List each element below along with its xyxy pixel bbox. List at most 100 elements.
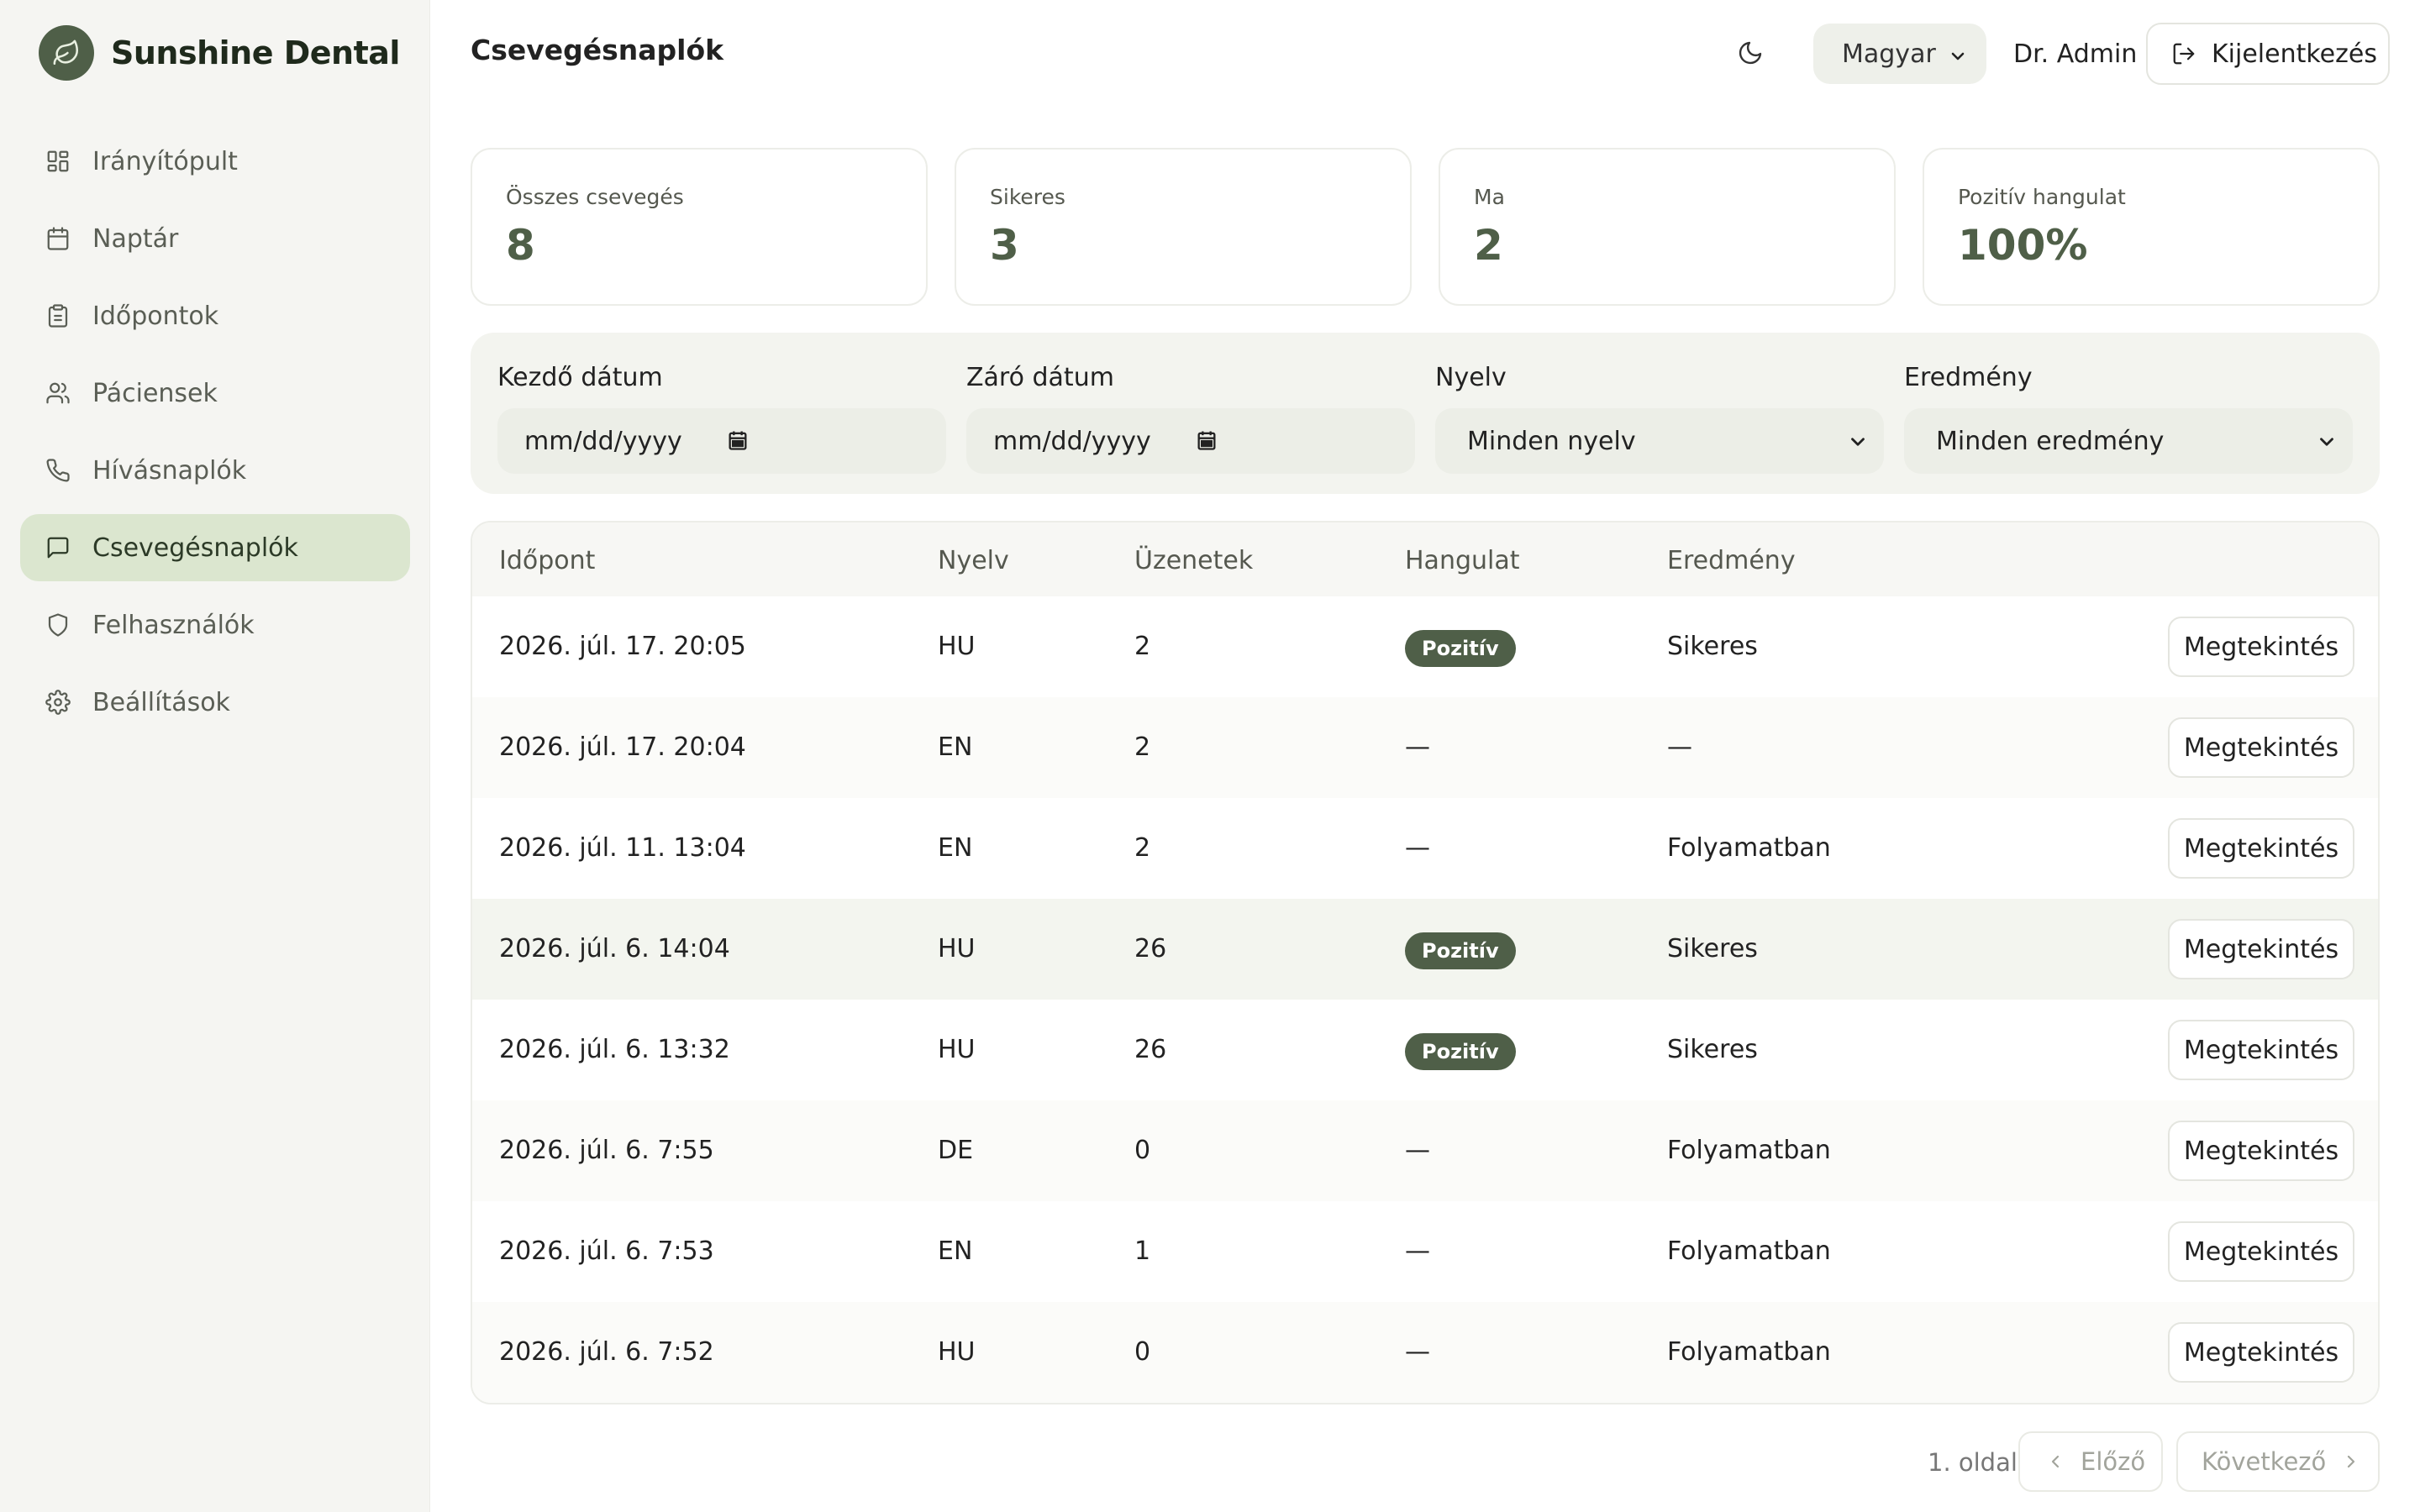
chevron-down-icon [1847,430,1869,459]
cell-time: 2026. júl. 6. 7:52 [499,1337,714,1367]
calendar-picker-icon[interactable] [1195,428,1218,459]
stat-card-successful: Sikeres 3 [955,148,1412,306]
cell-language: HU [938,1337,976,1367]
sidebar-item-label: Naptár [92,223,179,254]
cell-sentiment: — [1405,833,1430,863]
chevron-down-icon [1948,44,1968,73]
cell-time: 2026. júl. 17. 20:04 [499,732,746,762]
view-button[interactable]: Megtekintés [2168,617,2354,677]
view-button[interactable]: Megtekintés [2168,1221,2354,1282]
cell-result: Folyamatban [1667,833,1831,863]
start-date-input[interactable]: mm/dd/yyyy [497,408,946,474]
cell-sentiment: — [1405,732,1430,762]
table-row: 2026. júl. 6. 13:32 HU 26 Pozitív Sikeres Meg… [472,1000,2378,1100]
sidebar-item-chat-logs[interactable]: Csevegésnaplók [20,514,410,581]
column-header-messages[interactable]: Üzenetek [1134,546,1253,575]
sentiment-badge: Pozitív [1405,932,1516,969]
language-filter-select[interactable]: Minden nyelv [1435,408,1884,474]
language-select-value: Magyar [1842,39,1936,69]
stat-card-positive-sentiment: Pozitív hangulat 100% [1923,148,2380,306]
dashboard-icon [44,147,72,176]
sidebar-item-label: Hívásnaplók [92,455,247,486]
column-header-time[interactable]: Időpont [499,546,595,575]
view-button[interactable]: Megtekintés [2168,1121,2354,1181]
cell-result: Sikeres [1667,934,1758,963]
cell-language: EN [938,732,973,762]
language-filter-label: Nyelv [1435,363,1507,392]
sidebar-item-calendar[interactable]: Naptár [20,205,410,272]
sidebar-item-dashboard[interactable]: Irányítópult [20,128,410,195]
stat-label: Összes csevegés [506,185,684,209]
cell-messages: 2 [1134,632,1151,661]
end-date-label: Záró dátum [966,363,1114,392]
column-header-result[interactable]: Eredmény [1667,546,1796,575]
page-indicator: 1. oldal [1928,1448,2018,1477]
stat-value: 3 [990,221,1019,270]
cell-time: 2026. júl. 11. 13:04 [499,833,746,863]
cell-time: 2026. júl. 6. 13:32 [499,1035,730,1064]
cell-time: 2026. júl. 6. 7:53 [499,1236,714,1266]
sidebar-item-patients[interactable]: Páciensek [20,360,410,427]
table-header: Időpont Nyelv Üzenetek Hangulat Eredmény [472,522,2378,596]
brand-name: Sunshine Dental [111,34,400,71]
cell-messages: 0 [1134,1136,1151,1165]
view-button[interactable]: Megtekintés [2168,1020,2354,1080]
brand[interactable]: Sunshine Dental [39,25,400,81]
sidebar-item-appointments[interactable]: Időpontok [20,282,410,349]
column-header-language[interactable]: Nyelv [938,546,1009,575]
sidebar-nav: Irányítópult Naptár Időpontok Páciensek … [20,128,410,746]
start-date-filter: Kezdő dátum mm/dd/yyyy [497,363,946,474]
chevron-right-icon [2341,1452,2361,1472]
gear-icon [44,688,72,717]
start-date-placeholder: mm/dd/yyyy [524,426,682,456]
stat-value: 2 [1474,221,1503,270]
stat-label: Ma [1474,185,1505,209]
cell-time: 2026. júl. 6. 7:55 [499,1136,714,1165]
result-filter-select[interactable]: Minden eredmény [1904,408,2353,474]
filter-panel: Kezdő dátum mm/dd/yyyy Záró dátum mm/dd/… [471,333,2380,494]
table-row: 2026. júl. 6. 14:04 HU 26 Pozitív Sikeres Meg… [472,899,2378,1000]
theme-toggle-button[interactable] [1729,34,1771,76]
end-date-input[interactable]: mm/dd/yyyy [966,408,1415,474]
cell-language: HU [938,934,976,963]
page-title: Csevegésnaplók [471,34,724,66]
view-button[interactable]: Megtekintés [2168,717,2354,778]
cell-sentiment: — [1405,1337,1430,1367]
end-date-filter: Záró dátum mm/dd/yyyy [966,363,1415,474]
logout-icon [2171,41,2196,66]
view-button[interactable]: Megtekintés [2168,818,2354,879]
moon-icon [1737,39,1764,70]
next-page-button[interactable]: Következő [2176,1431,2380,1492]
view-button[interactable]: Megtekintés [2168,919,2354,979]
cell-messages: 0 [1134,1337,1151,1367]
language-filter: Nyelv Minden nyelv [1435,363,1884,474]
cell-language: EN [938,833,973,863]
chevron-left-icon [2045,1452,2065,1472]
sidebar-item-users[interactable]: Felhasználók [20,591,410,659]
sidebar-item-call-logs[interactable]: Hívásnaplók [20,437,410,504]
cell-language: HU [938,1035,976,1064]
logout-button[interactable]: Kijelentkezés [2146,23,2390,85]
start-date-label: Kezdő dátum [497,363,663,392]
previous-page-button[interactable]: Előző [2018,1431,2163,1492]
view-button[interactable]: Megtekintés [2168,1322,2354,1383]
calendar-icon [44,224,72,253]
next-page-label: Következő [2202,1447,2327,1476]
cell-result: Folyamatban [1667,1236,1831,1266]
column-header-sentiment[interactable]: Hangulat [1405,546,1520,575]
language-select[interactable]: Magyar [1813,24,1986,84]
result-filter: Eredmény Minden eredmény [1904,363,2353,474]
calendar-picker-icon[interactable] [726,428,750,459]
cell-sentiment: — [1405,1136,1430,1165]
sidebar-item-settings[interactable]: Beállítások [20,669,410,736]
cell-sentiment: — [1405,1236,1430,1266]
top-header: Csevegésnaplók Magyar Dr. Admin Kijelent… [430,0,2420,109]
cell-messages: 2 [1134,732,1151,762]
sidebar-item-label: Páciensek [92,378,218,408]
previous-page-label: Előző [2081,1447,2146,1476]
result-filter-value: Minden eredmény [1936,426,2165,456]
language-filter-value: Minden nyelv [1467,426,1636,456]
cell-language: DE [938,1136,974,1165]
sidebar-item-label: Csevegésnaplók [92,533,298,563]
table-row: 2026. júl. 6. 7:52 HU 0 — Folyamatban Megteki… [472,1302,2378,1403]
